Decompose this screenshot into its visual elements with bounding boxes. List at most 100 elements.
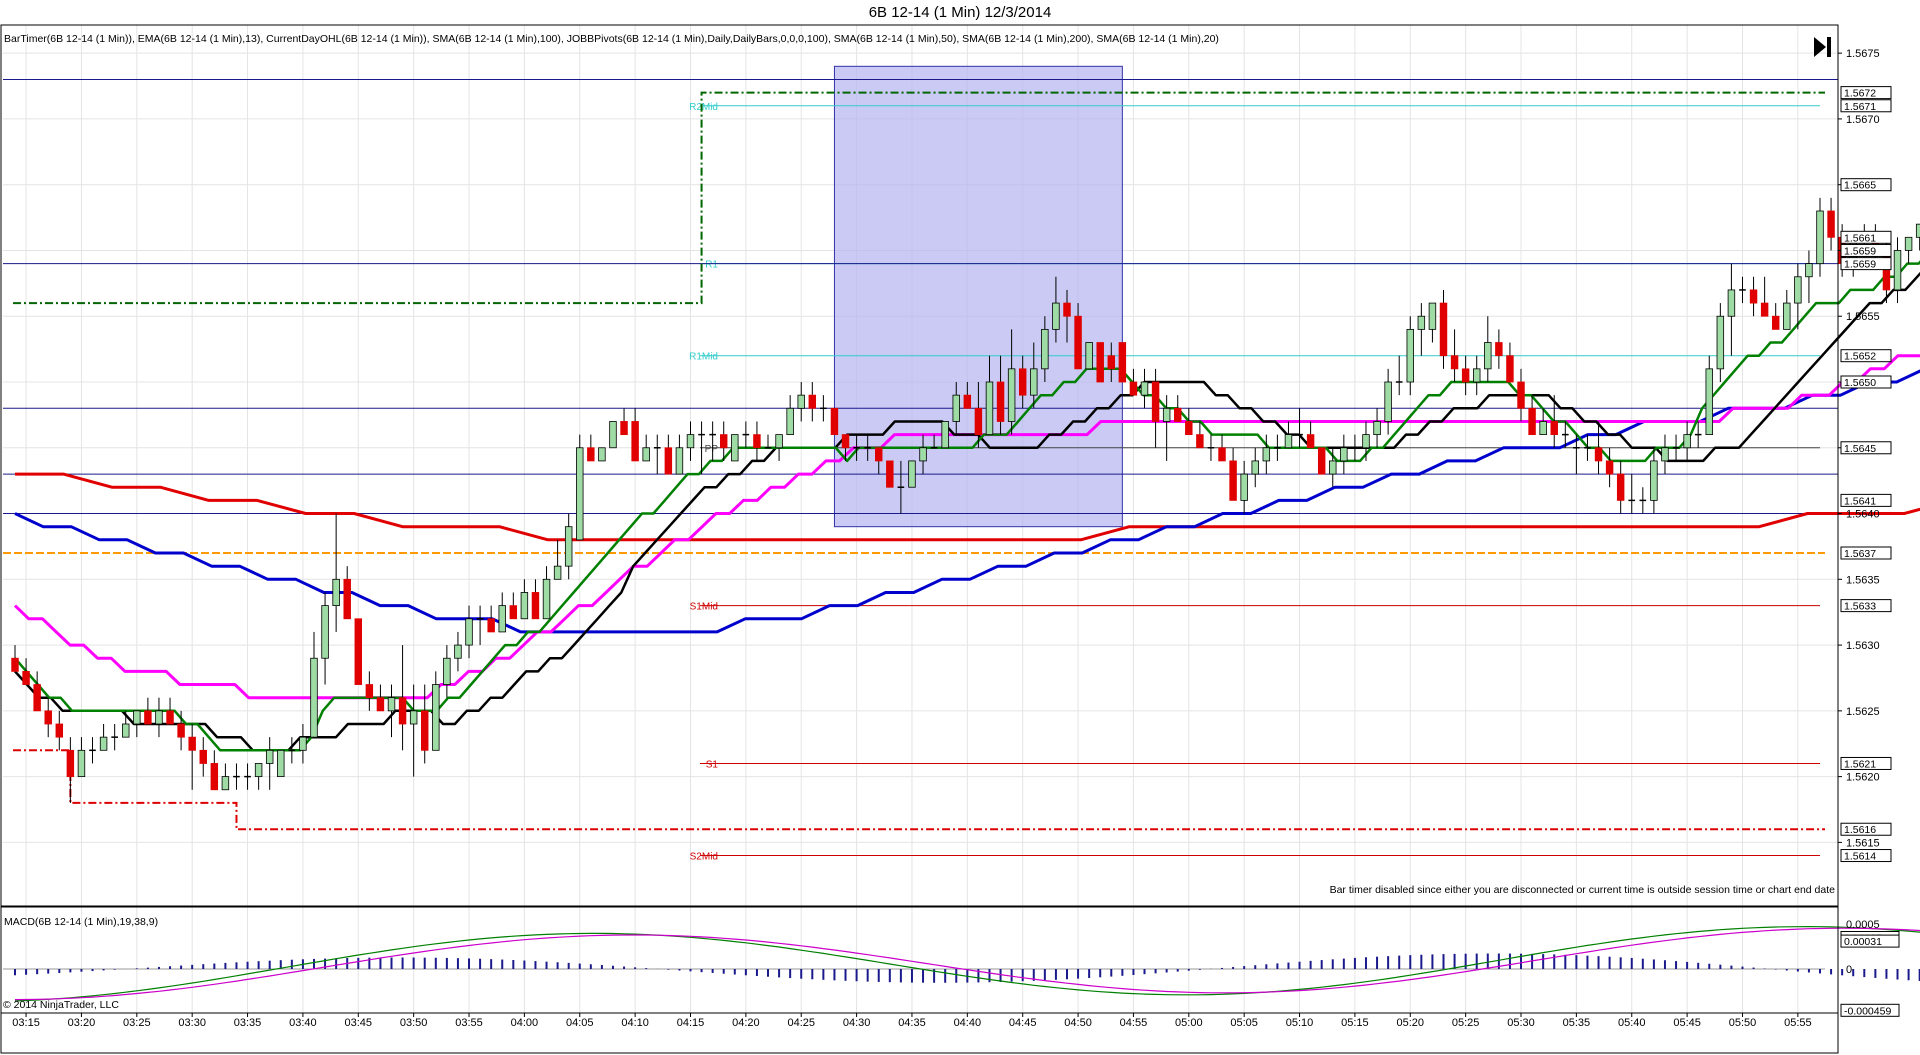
candle <box>365 671 374 711</box>
candle <box>1672 434 1680 461</box>
candle <box>1340 434 1348 475</box>
time-tick-label: 04:15 <box>677 1017 705 1029</box>
candle <box>664 434 673 475</box>
time-tick-label: 04:00 <box>511 1017 539 1029</box>
candle-body <box>1893 250 1902 291</box>
candle-body <box>376 697 385 712</box>
candle-body <box>1650 460 1658 501</box>
candle <box>99 724 108 751</box>
chart-canvas[interactable]: R2Mid R1 R1Mid PP S1Mid S1 S2Mid 03:15 03:20 03:… <box>0 0 1920 1055</box>
candle <box>1251 447 1259 488</box>
candle <box>1284 421 1293 449</box>
indicator-legend: BarTimer(6B 12-14 (1 Min)), EMA(6B 12-14… <box>4 33 1219 45</box>
candle-body <box>1794 276 1802 304</box>
candle-body <box>254 763 263 778</box>
candle <box>509 592 518 620</box>
time-tick-label: 05:50 <box>1729 1017 1757 1029</box>
price-marker-label: 1.5641 <box>1844 495 1876 507</box>
candle-body <box>576 447 584 541</box>
candle <box>553 539 562 580</box>
candle-body <box>265 749 274 764</box>
candle <box>542 566 551 620</box>
time-tick-label: 03:50 <box>400 1017 428 1029</box>
pivot-level-label: R1Mid <box>689 352 718 363</box>
candle <box>1805 250 1813 304</box>
candle <box>233 763 240 790</box>
candle-body <box>1063 302 1071 317</box>
candle <box>1495 329 1503 369</box>
candle <box>310 631 318 738</box>
candle-body <box>1594 447 1603 462</box>
candle <box>1760 276 1769 317</box>
price-marker-label: 1.5659 <box>1844 259 1876 271</box>
skip-to-end-icon[interactable] <box>1814 37 1831 57</box>
candle-body <box>1251 460 1259 475</box>
candle-body <box>587 447 595 462</box>
candle <box>133 710 141 738</box>
price-tick-label: 1.5620 <box>1846 772 1880 784</box>
candle <box>1816 197 1824 277</box>
candle <box>1584 434 1591 461</box>
candle-body <box>1018 368 1027 396</box>
price-tick-label: 1.5635 <box>1846 574 1880 586</box>
candle-body <box>1074 315 1082 370</box>
candle-body <box>941 421 949 449</box>
macd-tick-label: 0.0005 <box>1846 919 1880 931</box>
time-tick-label: 04:35 <box>898 1017 926 1029</box>
candle-body <box>1705 368 1713 436</box>
candle <box>598 447 606 462</box>
candle-body <box>1107 355 1116 370</box>
candle-body <box>144 710 152 725</box>
candle <box>1428 302 1437 343</box>
price-marker-label: 1.5637 <box>1844 548 1876 560</box>
candle <box>44 697 52 738</box>
candle-body <box>443 657 451 685</box>
candle-body <box>1284 434 1293 449</box>
candle <box>1151 368 1160 448</box>
candle <box>1274 434 1281 461</box>
candle <box>520 579 529 620</box>
candle-body <box>1129 381 1138 396</box>
candle <box>830 407 839 436</box>
current-day-low-line <box>13 749 1825 831</box>
pivot-level-label: PP <box>705 444 719 455</box>
time-tick-label: 04:10 <box>621 1017 649 1029</box>
macd-panel-frame <box>0 906 1839 1014</box>
candle-body <box>1085 342 1093 370</box>
candle-body <box>1118 342 1127 383</box>
candle-body <box>122 723 130 738</box>
pivot-level-label: S1Mid <box>690 602 718 613</box>
time-tick-label: 04:25 <box>787 1017 815 1029</box>
candle-body <box>354 618 363 685</box>
candle-body <box>509 605 518 620</box>
candle <box>166 697 174 725</box>
candle <box>343 566 351 620</box>
time-tick-label: 03:55 <box>455 1017 483 1029</box>
candle <box>465 605 473 659</box>
time-tick-label: 04:20 <box>732 1017 760 1029</box>
candle <box>376 684 385 712</box>
candle-body <box>1030 368 1038 396</box>
candle <box>1915 223 1920 251</box>
candle <box>1727 263 1736 356</box>
time-tick-label: 03:15 <box>12 1017 40 1029</box>
candle-body <box>1816 210 1824 265</box>
candle <box>653 434 661 475</box>
candle <box>1140 368 1149 409</box>
candle <box>753 421 761 461</box>
candle-body <box>564 526 573 567</box>
candle-body <box>719 434 728 449</box>
candle <box>587 434 595 462</box>
candle <box>354 618 363 685</box>
candle-body <box>1827 210 1835 238</box>
candle <box>1528 395 1536 436</box>
skip-to-end-bar <box>1827 37 1831 57</box>
candle <box>1783 289 1791 330</box>
price-marker-label: 1.5659 <box>1844 245 1876 257</box>
time-tick-label: 05:10 <box>1286 1017 1314 1029</box>
candle-body <box>310 657 318 738</box>
candle <box>886 460 894 488</box>
time-tick-label: 03:45 <box>345 1017 373 1029</box>
candle <box>1118 342 1127 383</box>
candle <box>332 513 340 632</box>
